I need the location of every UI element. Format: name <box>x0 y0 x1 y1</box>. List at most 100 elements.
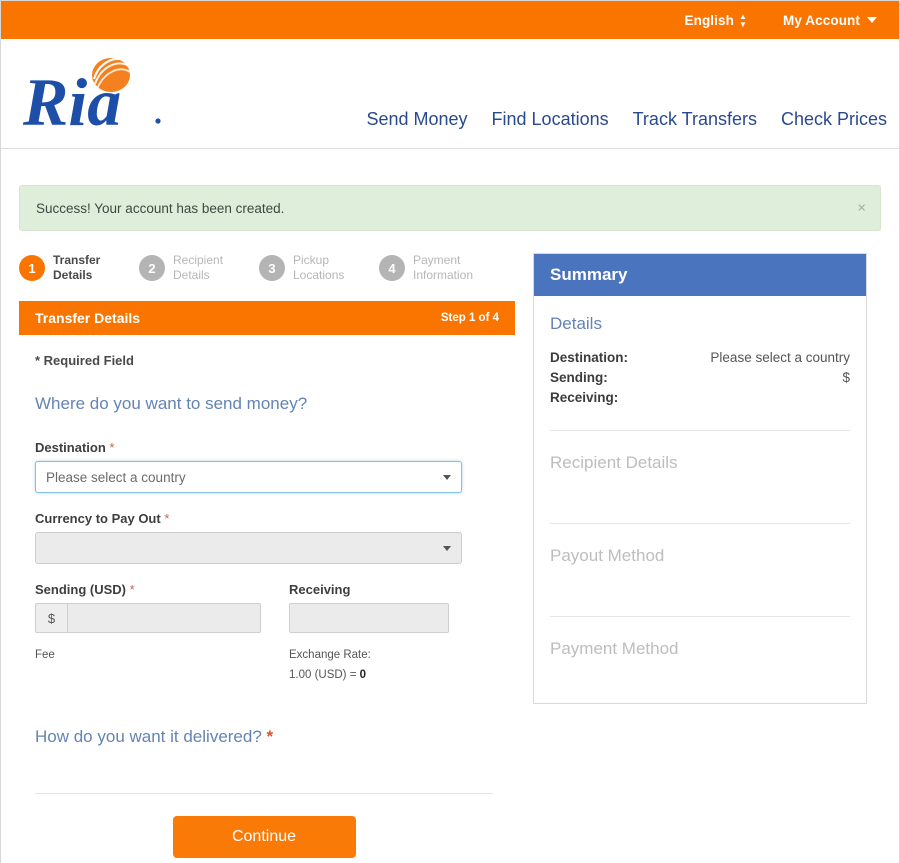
success-banner-message: Success! Your account has been created. <box>36 200 285 216</box>
transfer-details-header: Transfer Details Step 1 of 4 <box>19 301 515 335</box>
my-account-label: My Account <box>782 12 860 28</box>
step-label-4: Payment Information <box>413 253 473 283</box>
page-root: English ▲ ▼ My Account Ria Send Money Fi… <box>0 0 900 863</box>
my-account-menu[interactable]: My Account <box>783 13 877 28</box>
step-label-3: Pickup Locations <box>293 253 344 283</box>
sending-input-group: $ <box>35 603 261 633</box>
summary-section-recipient-details: Recipient Details <box>550 453 850 501</box>
step-item-pickup-locations[interactable]: 3 Pickup Locations <box>259 253 379 283</box>
delivery-block: How do you want it delivered? * <box>35 727 515 747</box>
summary-row-destination: Destination: Please select a country <box>550 348 850 368</box>
sending-label: Sending (USD) * <box>35 582 261 597</box>
summary-key-receiving: Receiving: <box>550 390 619 405</box>
fee-note: Fee <box>35 645 261 665</box>
step-number-1: 1 <box>19 255 45 281</box>
step-number-4: 4 <box>379 255 405 281</box>
step-progress: 1 Transfer Details 2 Recipient Details 3 <box>19 253 515 283</box>
summary-section-payment-method: Payment Method <box>550 639 850 687</box>
receiving-column: Receiving Exchange Rate: 1.00 (USD) = 0 <box>289 582 515 685</box>
step-label-1-line2: Details <box>53 268 93 282</box>
summary-section-payout-method: Payout Method <box>550 546 850 594</box>
language-label: English <box>684 12 734 28</box>
delivery-question-text: How do you want it delivered? <box>35 727 262 746</box>
receiving-input-group <box>289 603 515 633</box>
required-field-note: * Required Field <box>35 353 515 368</box>
step-item-recipient-details[interactable]: 2 Recipient Details <box>139 253 259 283</box>
step-label-4-line2: Information <box>413 268 474 282</box>
nav-item-check-prices[interactable]: Check Prices <box>781 109 887 130</box>
sending-column: Sending (USD) * $ Fee <box>35 582 261 685</box>
step-number-3: 3 <box>259 255 285 281</box>
chevron-down-icon <box>443 545 451 551</box>
summary-value-destination: Please select a country <box>710 350 850 365</box>
receiving-label: Receiving <box>289 582 515 597</box>
currency-select[interactable] <box>35 532 462 564</box>
amount-row: Sending (USD) * $ Fee Receiving Exchange… <box>35 582 515 685</box>
summary-panel: Summary Details Destination: Please sele… <box>533 253 867 704</box>
sending-label-text: Sending (USD) <box>35 582 126 597</box>
exchange-rate-note: Exchange Rate: 1.00 (USD) = 0 <box>289 645 515 685</box>
summary-payment-method-title: Payment Method <box>550 639 679 658</box>
delivery-required-star: * <box>266 727 274 746</box>
currency-label: Currency to Pay Out * <box>35 511 515 526</box>
summary-key-destination: Destination: <box>550 350 629 365</box>
step-label-2: Recipient Details <box>173 253 223 283</box>
fee-label: Fee <box>35 649 55 661</box>
required-field-note-text: * Required Field <box>35 353 134 368</box>
nav-item-find-locations[interactable]: Find Locations <box>492 109 609 130</box>
panel-title: Transfer Details <box>35 310 141 326</box>
summary-column: Summary Details Destination: Please sele… <box>533 253 867 704</box>
currency-symbol-icon: $ <box>35 603 67 633</box>
currency-field: Currency to Pay Out * <box>35 511 515 564</box>
exchange-rate-value: 1.00 (USD) = 0 <box>289 665 515 685</box>
receiving-amount-input[interactable] <box>289 603 449 633</box>
close-icon[interactable]: × <box>857 201 866 216</box>
step-label-1: Transfer Details <box>53 253 100 283</box>
destination-field: Destination * Please select a country <box>35 440 515 493</box>
nav-item-track-transfers[interactable]: Track Transfers <box>633 109 757 130</box>
transfer-form-column: 1 Transfer Details 2 Recipient Details 3 <box>19 253 515 858</box>
destination-label-text: Destination <box>35 440 106 455</box>
destination-label: Destination * <box>35 440 515 455</box>
summary-header-title: Summary <box>550 265 628 284</box>
step-number-2: 2 <box>139 255 165 281</box>
summary-key-sending: Sending: <box>550 370 608 385</box>
sending-amount-input[interactable] <box>67 603 261 633</box>
step-label-2-line1: Recipient <box>173 253 224 267</box>
summary-body: Details Destination: Please select a cou… <box>534 296 866 703</box>
exchange-rate-label: Exchange Rate: <box>289 649 371 661</box>
send-money-question-text: Where do you want to send money? <box>35 394 308 413</box>
delivery-question: How do you want it delivered? * <box>35 727 515 747</box>
step-label-3-line1: Pickup <box>293 253 330 267</box>
chevron-down-icon <box>443 474 451 480</box>
destination-required-star: * <box>109 440 115 455</box>
summary-value-sending: $ <box>842 370 850 385</box>
nav-item-send-money[interactable]: Send Money <box>366 109 467 130</box>
transfer-details-body: * Required Field Where do you want to se… <box>19 335 515 858</box>
destination-select-value: Please select a country <box>46 469 186 485</box>
summary-row-receiving: Receiving: <box>550 388 850 408</box>
exchange-rate-number: 0 <box>359 669 367 681</box>
summary-recipient-details-title: Recipient Details <box>550 453 678 472</box>
step-label-3-line2: Locations <box>293 268 345 282</box>
step-item-payment-information[interactable]: 4 Payment Information <box>379 253 499 283</box>
main-nav: Send Money Find Locations Track Transfer… <box>366 109 887 130</box>
summary-payout-method-title: Payout Method <box>550 546 665 565</box>
currency-required-star: * <box>164 511 170 526</box>
summary-divider-3 <box>550 616 850 617</box>
step-item-transfer-details[interactable]: 1 Transfer Details <box>19 253 139 283</box>
language-selector[interactable]: English ▲ ▼ <box>684 11 747 29</box>
step-label-4-line1: Payment <box>413 253 461 267</box>
summary-details-title: Details <box>550 314 602 333</box>
continue-button[interactable]: Continue <box>172 816 356 858</box>
ria-wordmark: Ria <box>22 64 121 135</box>
ria-logo[interactable]: Ria <box>19 53 169 140</box>
up-down-arrows-icon: ▲ ▼ <box>738 11 747 29</box>
panel-step-indicator: Step 1 of 4 <box>440 312 499 324</box>
sending-required-star: * <box>129 582 135 597</box>
main-content: 1 Transfer Details 2 Recipient Details 3 <box>1 231 899 858</box>
step-label-1-line1: Transfer <box>53 253 101 267</box>
destination-select[interactable]: Please select a country <box>35 461 462 493</box>
summary-header: Summary <box>534 254 866 296</box>
receiving-label-text: Receiving <box>289 582 351 597</box>
